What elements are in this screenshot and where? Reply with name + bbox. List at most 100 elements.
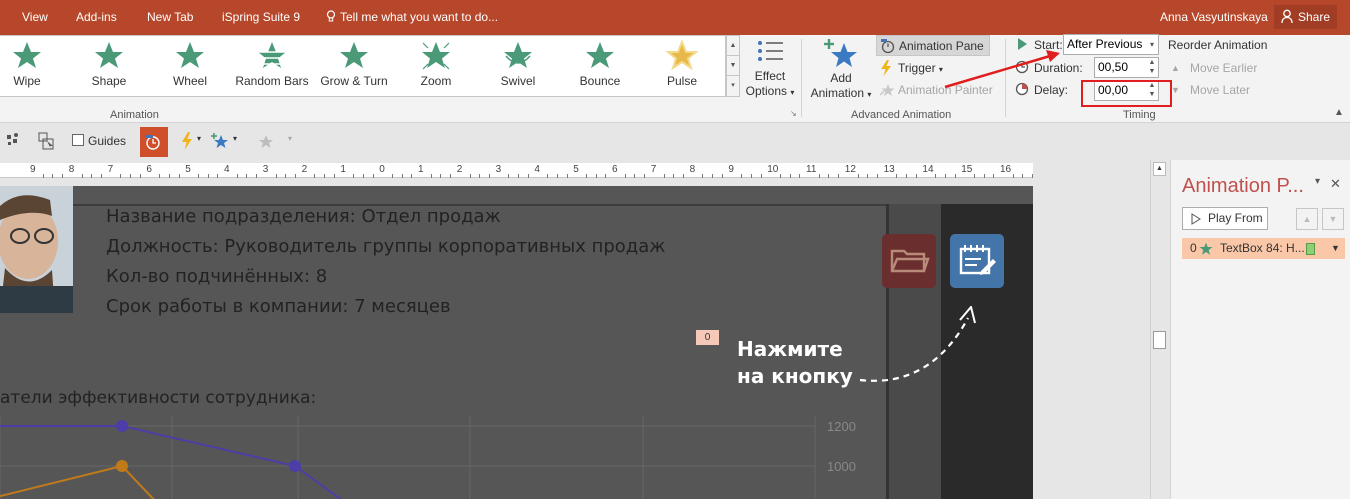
puzzle-icon[interactable] — [4, 132, 22, 150]
ruler-tick — [159, 174, 161, 178]
dialog-launcher-icon[interactable]: ↘ — [790, 109, 797, 118]
play-from-button[interactable]: Play From — [1182, 207, 1268, 230]
duration-input[interactable]: 00,50 ▲ ▼ — [1094, 57, 1159, 78]
ruler-number: 8 — [689, 164, 696, 175]
effect-options-button[interactable]: Effect Options ▾ — [744, 39, 796, 100]
duration-label: Duration: — [1012, 58, 1083, 78]
checkbox-icon[interactable] — [72, 134, 84, 146]
gallery-more-icon[interactable]: ▾ — [727, 76, 739, 96]
animation-shape[interactable]: Shape — [69, 40, 149, 88]
trigger-button[interactable]: Trigger ▾ — [876, 58, 943, 78]
slide-canvas[interactable]: Название подразделения: Отдел продаж Дол… — [0, 186, 1033, 499]
animation-random-bars[interactable]: Random Bars — [232, 40, 312, 88]
dropdown-icon: ▾ — [938, 65, 943, 74]
animation-list-item[interactable]: 0 TextBox 84: H... ▼ — [1182, 238, 1345, 259]
scroll-thumb[interactable] — [1153, 331, 1166, 349]
pane-options-icon[interactable]: ▾ — [1315, 176, 1320, 187]
tab-view[interactable]: View — [22, 10, 48, 24]
tab-new-tab[interactable]: New Tab — [147, 10, 193, 24]
animation-zoom[interactable]: Zoom — [396, 40, 476, 88]
play-icon — [1191, 213, 1201, 225]
data-point — [289, 460, 301, 472]
add-star-icon — [824, 39, 857, 67]
animation-wheel[interactable]: Wheel — [150, 40, 230, 88]
ruler-tick — [275, 174, 277, 178]
info-position: Должность: Руководитель группы корпорати… — [106, 236, 666, 257]
group-label-timing: Timing — [1123, 109, 1156, 121]
press-line-2: на кнопку — [737, 364, 853, 388]
ruler-tick — [876, 174, 878, 178]
ruler-tick — [1032, 174, 1034, 178]
share-button[interactable]: Share — [1274, 5, 1337, 29]
animation-pulse[interactable]: Pulse — [642, 40, 722, 88]
tab-ispring[interactable]: iSpring Suite 9 — [222, 10, 300, 24]
ruler-number: 4 — [534, 164, 540, 175]
ruler-tick — [362, 174, 364, 178]
ruler-tick — [440, 174, 442, 178]
ruler-tick — [595, 174, 597, 178]
move-down-icon[interactable]: ▼ — [1322, 208, 1344, 230]
tab-add-ins[interactable]: Add-ins — [76, 10, 117, 24]
scroll-up-icon[interactable]: ▲ — [1153, 162, 1166, 176]
collapse-ribbon-icon[interactable]: ▲ — [1334, 107, 1344, 118]
dropdown-icon[interactable]: ▾ — [233, 134, 237, 143]
move-up-icon[interactable]: ▲ — [1296, 208, 1318, 230]
ruler-number: 15 — [961, 164, 973, 175]
info-tenure: Срок работы в компании: 7 месяцев — [106, 296, 451, 317]
guides-checkbox[interactable]: Guides — [72, 134, 126, 148]
animation-tag[interactable]: 0 — [696, 330, 719, 345]
animation-bounce[interactable]: Bounce — [560, 40, 640, 88]
animation-grow-turn[interactable]: Grow & Turn — [314, 40, 394, 88]
folder-icon — [890, 249, 930, 273]
ruler-tick — [993, 174, 995, 178]
duration-stepper[interactable]: ▲ ▼ — [1146, 58, 1158, 77]
ruler-tick — [100, 174, 102, 178]
animation-pane-toggle[interactable] — [140, 127, 168, 157]
ruler-tick — [1012, 174, 1014, 178]
ruler-tick — [217, 174, 219, 178]
ruler-tick — [547, 174, 549, 178]
gallery-down-icon[interactable]: ▼ — [727, 56, 739, 76]
kpi-title: атели эффективности сотрудника: — [0, 388, 317, 408]
trigger-icon[interactable] — [180, 132, 194, 150]
close-icon[interactable]: ✕ — [1330, 176, 1341, 192]
animation-pane: Animation P... ▾ ✕ Play From ▲ ▼ 0 TextB… — [1170, 160, 1350, 499]
dropdown-icon[interactable]: ▼ — [1331, 238, 1340, 259]
animation-wipe[interactable]: Wipe — [0, 40, 67, 88]
vertical-scrollbar[interactable]: ▲ — [1150, 160, 1167, 499]
move-later-button[interactable]: ▼ Move Later — [1168, 80, 1250, 100]
user-name[interactable]: Anna Vasyutinskaya — [1160, 10, 1268, 24]
ruler-tick — [518, 174, 519, 178]
press-button-hint: Нажмите на кнопку — [737, 336, 853, 390]
ruler-tick — [42, 174, 44, 178]
tell-me-search[interactable]: Tell me what you want to do... — [326, 10, 498, 24]
add-animation-button[interactable]: Add Animation ▾ — [808, 37, 874, 102]
notes-button[interactable] — [950, 234, 1004, 288]
dropdown-icon[interactable]: ▾ — [288, 134, 292, 143]
gallery-scroll[interactable]: ▲ ▼ ▾ — [726, 35, 740, 97]
gallery-up-icon[interactable]: ▲ — [727, 36, 739, 56]
separator — [801, 39, 802, 117]
ruler-tick — [207, 174, 209, 178]
ruler-tick — [644, 174, 646, 178]
ruler-tick — [838, 174, 840, 178]
animation-painter-button[interactable]: Animation Painter — [876, 80, 993, 100]
swivel-star-icon — [504, 42, 532, 68]
ruler-tick — [663, 174, 665, 178]
painter-small-icon[interactable] — [255, 132, 275, 150]
animation-label: Grow & Turn — [320, 74, 388, 88]
animation-label: Wipe — [13, 74, 41, 88]
ruler-tick — [585, 174, 587, 178]
start-select-value: After Previous — [1067, 37, 1143, 51]
dropdown-icon[interactable]: ▾ — [197, 134, 201, 143]
animation-pane-button[interactable]: Animation Pane — [876, 35, 990, 56]
effect-options-label-2: Options — [745, 84, 787, 98]
ruler-tick — [566, 174, 568, 178]
start-select[interactable]: After Previous ▾ — [1063, 34, 1159, 55]
selection-pane-icon[interactable] — [38, 132, 56, 150]
add-animation-small-icon[interactable] — [210, 132, 230, 150]
animation-swivel[interactable]: Swivel — [478, 40, 558, 88]
move-earlier-button[interactable]: ▲ Move Earlier — [1168, 58, 1257, 78]
ruler-tick — [721, 174, 723, 178]
folder-button[interactable] — [882, 234, 936, 288]
